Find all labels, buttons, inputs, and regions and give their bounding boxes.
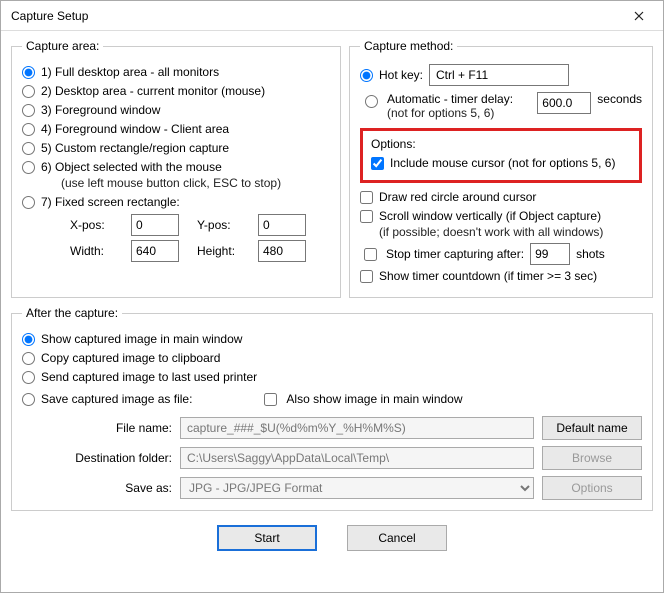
after-send-printer-label: Send captured image to last used printer (41, 369, 257, 385)
height-input[interactable] (258, 240, 306, 262)
area-opt1-radio[interactable] (22, 66, 35, 79)
after-send-printer[interactable]: Send captured image to last used printer (22, 369, 642, 385)
opt-red-circle-check[interactable] (360, 191, 373, 204)
ypos-label: Y-pos: (197, 218, 252, 232)
after-send-printer-radio[interactable] (22, 371, 35, 384)
area-opt4-radio[interactable] (22, 123, 35, 136)
opt-stop-check[interactable] (364, 248, 377, 261)
capture-method-group: Capture method: Hot key: Automatic - tim… (349, 39, 653, 298)
after-save-file-label: Save captured image as file: (41, 391, 192, 407)
options-title: Options: (371, 137, 631, 151)
also-show-label: Also show image in main window (286, 392, 462, 406)
height-label: Height: (197, 244, 252, 258)
also-show-main[interactable]: Also show image in main window (260, 390, 462, 409)
close-icon (634, 11, 644, 21)
method-hotkey[interactable]: Hot key: (360, 67, 423, 83)
shots-label: shots (576, 247, 605, 261)
browse-button[interactable]: Browse (542, 446, 642, 470)
area-opt4-label: 4) Foreground window - Client area (41, 121, 229, 137)
method-auto-label: Automatic - timer delay: (387, 92, 513, 106)
fname-label: File name: (52, 421, 172, 435)
opt-include-cursor[interactable]: Include mouse cursor (not for options 5,… (371, 155, 631, 171)
opt-scroll[interactable]: Scroll window vertically (if Object capt… (360, 208, 642, 240)
opt-scroll-sublabel: (if possible; doesn't work with all wind… (379, 225, 603, 239)
saveas-label: Save as: (52, 481, 172, 495)
opt-red-circle-label: Draw red circle around cursor (379, 189, 536, 205)
dialog-content: Capture area: 1) Full desktop area - all… (1, 31, 663, 592)
hotkey-input[interactable] (429, 64, 569, 86)
capture-area-group: Capture area: 1) Full desktop area - all… (11, 39, 341, 298)
after-capture-legend: After the capture: (22, 306, 122, 320)
area-opt2-radio[interactable] (22, 85, 35, 98)
folder-input[interactable] (180, 447, 534, 469)
opt-scroll-check[interactable] (360, 210, 373, 223)
seconds-label: seconds (597, 92, 642, 106)
area-opt3-label: 3) Foreground window (41, 102, 160, 118)
area-opt6-label: 6) Object selected with the mouse (use l… (41, 159, 281, 191)
after-copy-clip-label: Copy captured image to clipboard (41, 350, 220, 366)
area-opt6[interactable]: 6) Object selected with the mouse (use l… (22, 159, 330, 191)
method-hotkey-label: Hot key: (379, 67, 423, 83)
cancel-button[interactable]: Cancel (347, 525, 447, 551)
after-show-main[interactable]: Show captured image in main window (22, 331, 642, 347)
opt-include-cursor-check[interactable] (371, 157, 384, 170)
area-opt7-label: 7) Fixed screen rectangle: (41, 194, 180, 210)
opt-countdown[interactable]: Show timer countdown (if timer >= 3 sec) (360, 268, 642, 284)
capture-method-legend: Capture method: (360, 39, 457, 53)
area-opt1-label: 1) Full desktop area - all monitors (41, 64, 219, 80)
area-opt7[interactable]: 7) Fixed screen rectangle: (22, 194, 330, 210)
options-highlight-box: Options: Include mouse cursor (not for o… (360, 128, 642, 183)
area-opt5-label: 5) Custom rectangle/region capture (41, 140, 229, 156)
capture-area-legend: Capture area: (22, 39, 103, 53)
area-opt5-radio[interactable] (22, 142, 35, 155)
footer-buttons: Start Cancel (11, 511, 653, 567)
area-opt1[interactable]: 1) Full desktop area - all monitors (22, 64, 330, 80)
area-opt6-radio[interactable] (22, 161, 35, 174)
options-button[interactable]: Options (542, 476, 642, 500)
auto-delay-input[interactable] (537, 92, 591, 114)
area-opt2[interactable]: 2) Desktop area - current monitor (mouse… (22, 83, 330, 99)
opt-red-circle[interactable]: Draw red circle around cursor (360, 189, 642, 205)
fname-input[interactable] (180, 417, 534, 439)
xpos-label: X-pos: (70, 218, 125, 232)
xpos-input[interactable] (131, 214, 179, 236)
after-show-main-radio[interactable] (22, 333, 35, 346)
after-save-file[interactable]: Save captured image as file: (22, 391, 192, 407)
after-copy-clip[interactable]: Copy captured image to clipboard (22, 350, 642, 366)
area-opt2-label: 2) Desktop area - current monitor (mouse… (41, 83, 265, 99)
opt-countdown-check[interactable] (360, 270, 373, 283)
default-name-button[interactable]: Default name (542, 416, 642, 440)
area-opt5[interactable]: 5) Custom rectangle/region capture (22, 140, 330, 156)
width-label: Width: (70, 244, 125, 258)
ypos-input[interactable] (258, 214, 306, 236)
opt-scroll-label: Scroll window vertically (if Object capt… (379, 208, 603, 240)
area-opt7-radio[interactable] (22, 196, 35, 209)
opt-include-cursor-label: Include mouse cursor (not for options 5,… (390, 155, 615, 171)
area-opt3-radio[interactable] (22, 104, 35, 117)
after-save-file-radio[interactable] (22, 393, 35, 406)
stop-shots-input[interactable] (530, 243, 570, 265)
titlebar: Capture Setup (1, 1, 663, 31)
after-show-main-label: Show captured image in main window (41, 331, 242, 347)
method-auto-radio[interactable] (365, 95, 378, 108)
after-capture-group: After the capture: Show captured image i… (11, 306, 653, 511)
after-copy-clip-radio[interactable] (22, 352, 35, 365)
opt-stop-label: Stop timer capturing after: (386, 247, 524, 261)
width-input[interactable] (131, 240, 179, 262)
area-opt6-sublabel: (use left mouse button click, ESC to sto… (61, 176, 281, 190)
close-button[interactable] (619, 2, 659, 30)
method-auto-sublabel: (not for options 5, 6) (387, 106, 494, 120)
window-title: Capture Setup (11, 9, 619, 23)
start-button[interactable]: Start (217, 525, 317, 551)
saveas-select[interactable]: JPG - JPG/JPEG Format (180, 477, 534, 499)
area-opt3[interactable]: 3) Foreground window (22, 102, 330, 118)
capture-setup-window: Capture Setup Capture area: 1) Full desk… (0, 0, 664, 593)
method-hotkey-radio[interactable] (360, 69, 373, 82)
area-opt4[interactable]: 4) Foreground window - Client area (22, 121, 330, 137)
opt-countdown-label: Show timer countdown (if timer >= 3 sec) (379, 268, 597, 284)
folder-label: Destination folder: (52, 451, 172, 465)
also-show-check[interactable] (264, 393, 277, 406)
